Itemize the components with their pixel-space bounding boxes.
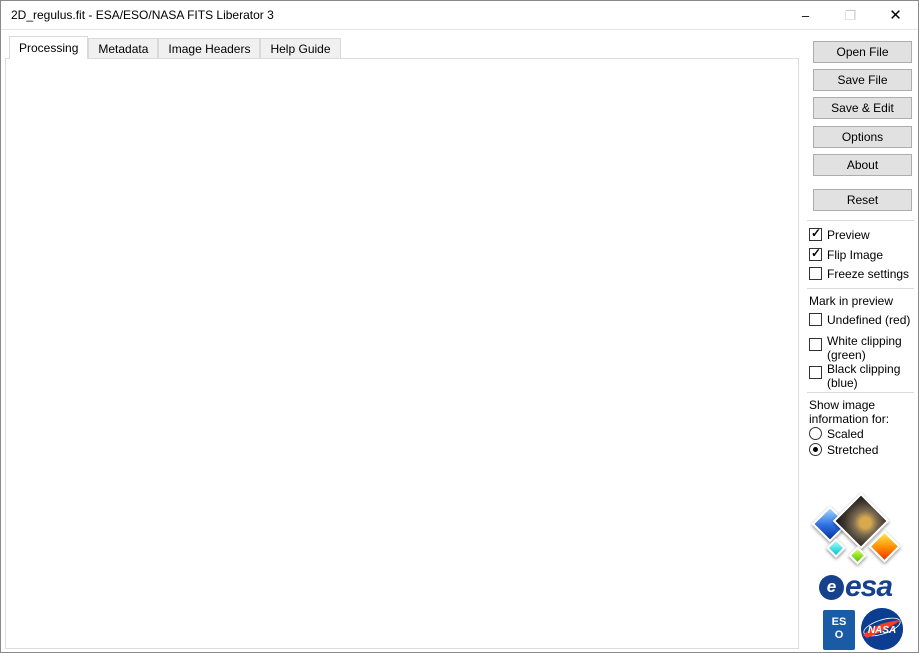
mark-black-clipping-label: Black clipping (blue) <box>827 362 913 390</box>
freeze-settings-label: Freeze settings <box>827 267 909 281</box>
save-and-edit-button[interactable]: Save & Edit <box>813 97 912 119</box>
checkbox-icon[interactable] <box>809 366 822 379</box>
tab-help-guide[interactable]: Help Guide <box>260 38 340 59</box>
checkbox-icon[interactable] <box>809 313 822 326</box>
tab-image-headers[interactable]: Image Headers <box>158 38 260 59</box>
tab-strip: Processing Metadata Image Headers Help G… <box>9 37 341 59</box>
tab-metadata[interactable]: Metadata <box>88 38 158 59</box>
mark-undefined-checkbox[interactable]: Undefined (red) <box>809 313 910 327</box>
title-bar: 2D_regulus.fit - ESA/ESO/NASA FITS Liber… <box>1 1 918 30</box>
esa-circle-e: e <box>819 575 844 600</box>
app-window: 2D_regulus.fit - ESA/ESO/NASA FITS Liber… <box>0 0 919 653</box>
show-info-stretched-label: Stretched <box>827 443 878 457</box>
checkbox-icon[interactable] <box>809 228 822 241</box>
mark-in-preview-title: Mark in preview <box>809 294 893 308</box>
divider <box>807 392 914 393</box>
show-info-scaled-label: Scaled <box>827 427 864 441</box>
freeze-settings-checkbox[interactable]: Freeze settings <box>809 267 909 281</box>
open-file-button[interactable]: Open File <box>813 41 912 63</box>
mark-undefined-label: Undefined (red) <box>827 313 910 327</box>
tab-processing[interactable]: Processing <box>9 36 88 59</box>
preview-checkbox[interactable]: Preview <box>809 228 870 242</box>
preview-label: Preview <box>827 228 870 242</box>
checkbox-icon[interactable] <box>809 338 822 351</box>
svg-text:NASA: NASA <box>868 625 896 636</box>
eso-line1: ES <box>832 616 847 628</box>
reset-button[interactable]: Reset <box>813 189 912 211</box>
flip-image-checkbox[interactable]: Flip Image <box>809 248 883 262</box>
show-info-stretched-radio[interactable]: Stretched <box>809 443 878 457</box>
radio-icon[interactable] <box>809 443 822 456</box>
radio-icon[interactable] <box>809 427 822 440</box>
divider <box>807 220 914 221</box>
mark-white-clipping-checkbox[interactable]: White clipping (green) <box>809 334 913 362</box>
processing-tab-page <box>5 58 799 649</box>
eso-line2: O <box>835 629 844 641</box>
checkbox-icon[interactable] <box>809 248 822 261</box>
green-diamond <box>848 546 866 564</box>
divider <box>807 288 914 289</box>
show-info-title: Show image information for: <box>809 398 909 426</box>
esa-wordmark: esa <box>845 570 892 604</box>
window-title: 2D_regulus.fit - ESA/ESO/NASA FITS Liber… <box>11 8 274 22</box>
show-info-scaled-radio[interactable]: Scaled <box>809 427 864 441</box>
fits-liberator-logo <box>813 497 913 569</box>
flip-image-label: Flip Image <box>827 248 883 262</box>
close-button[interactable]: ✕ <box>873 1 918 30</box>
eso-logo: ES O <box>823 610 855 650</box>
about-button[interactable]: About <box>813 154 912 176</box>
mark-black-clipping-checkbox[interactable]: Black clipping (blue) <box>809 362 913 390</box>
save-file-button[interactable]: Save File <box>813 69 912 91</box>
maximize-button: ❐ <box>828 1 873 30</box>
nasa-insignia: NASA <box>861 608 903 650</box>
mark-white-clipping-label: White clipping (green) <box>827 334 913 362</box>
minimize-button[interactable]: – <box>783 1 828 30</box>
checkbox-icon[interactable] <box>809 267 822 280</box>
nasa-logo: NASA <box>861 608 903 650</box>
esa-logo: e esa <box>819 571 915 603</box>
options-button[interactable]: Options <box>813 126 912 148</box>
